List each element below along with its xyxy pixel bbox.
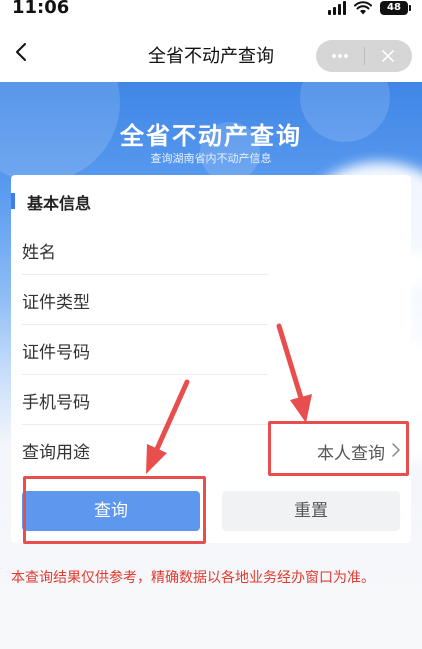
wifi-icon xyxy=(354,1,372,15)
nav-bar: 全省不动产查询 xyxy=(0,24,422,82)
close-button[interactable] xyxy=(365,40,413,72)
section-header: 基本信息 xyxy=(11,175,411,225)
field-label: 证件号码 xyxy=(22,343,90,363)
field-id-number[interactable]: 证件号码 xyxy=(11,325,411,375)
highlight-box-query xyxy=(23,476,206,544)
highlight-box-purpose xyxy=(268,421,409,476)
disclaimer-text: 本查询结果仅供参考，精确数据以各地业务经办窗口为准。 xyxy=(11,570,375,586)
mini-program-capsule xyxy=(316,40,412,72)
field-label: 姓名 xyxy=(22,243,56,263)
signal-icon xyxy=(328,1,346,15)
more-icon xyxy=(331,54,348,58)
status-indicators: 48 xyxy=(328,1,411,15)
status-bar: 11:06 48 xyxy=(0,0,422,24)
banner-subtitle: 查询湖南省内不动产信息 xyxy=(150,152,272,165)
reset-button[interactable]: 重置 xyxy=(222,491,400,531)
field-label: 证件类型 xyxy=(22,293,90,313)
close-icon xyxy=(382,50,395,62)
banner-title: 全省不动产查询 xyxy=(120,122,302,150)
field-name[interactable]: 姓名 xyxy=(11,225,411,275)
status-time: 11:06 xyxy=(12,0,70,18)
field-phone[interactable]: 手机号码 xyxy=(11,375,411,425)
field-label: 手机号码 xyxy=(22,393,90,413)
battery-icon: 48 xyxy=(380,1,411,15)
field-id-type[interactable]: 证件类型 xyxy=(11,275,411,325)
purpose-label: 查询用途 xyxy=(22,443,90,463)
more-button[interactable] xyxy=(316,40,364,72)
section-accent-bar xyxy=(11,193,15,209)
section-title: 基本信息 xyxy=(27,194,92,213)
